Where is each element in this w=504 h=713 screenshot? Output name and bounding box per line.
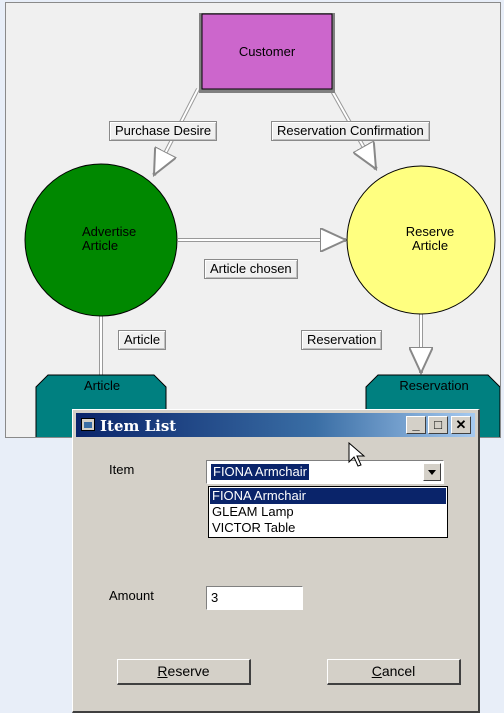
advertise-article-label: Advertise Article xyxy=(82,224,137,253)
item-options-list[interactable]: FIONA Armchair GLEAM Lamp VICTOR Table xyxy=(208,486,448,538)
cancel-button-label: Cancel xyxy=(371,663,416,679)
window-icon[interactable] xyxy=(81,418,95,431)
flow-label-reservation: Reservation xyxy=(301,330,383,350)
article-store-label: Article xyxy=(83,378,121,393)
reservation-store-label: Reservation xyxy=(399,378,469,393)
amount-label: Amount xyxy=(109,588,154,603)
mouse-pointer-icon xyxy=(348,442,366,467)
reserve-button-label: Reserve xyxy=(157,663,210,679)
list-item[interactable]: FIONA Armchair xyxy=(210,488,446,504)
flow-label-purchase-desire: Purchase Desire xyxy=(109,121,218,141)
flow-label-article: Article xyxy=(118,330,167,350)
dialog-title: Item List xyxy=(100,417,177,435)
diagram-canvas xyxy=(24,13,500,437)
flow-label-article-chosen: Article chosen xyxy=(204,259,298,279)
dialog-titlebar[interactable]: Item List _ □ ✕ xyxy=(76,413,475,437)
cancel-button[interactable]: Cancel xyxy=(327,659,461,685)
item-select-value: FIONA Armchair xyxy=(211,464,309,480)
list-item[interactable]: GLEAM Lamp xyxy=(210,504,446,520)
list-item[interactable]: VICTOR Table xyxy=(210,520,446,536)
reserve-button[interactable]: Reserve xyxy=(117,659,251,685)
item-select[interactable]: FIONA Armchair xyxy=(206,460,444,484)
process-diagram: Customer Advertise Article Reserve Artic… xyxy=(5,2,501,438)
chevron-down-icon[interactable] xyxy=(423,463,441,481)
close-button[interactable]: ✕ xyxy=(451,416,471,434)
minimize-button[interactable]: _ xyxy=(406,416,426,434)
item-label: Item xyxy=(109,462,135,477)
flow-label-reservation-confirmation: Reservation Confirmation xyxy=(271,121,430,141)
amount-value: 3 xyxy=(211,590,219,605)
reserve-article-label: Reserve Article xyxy=(405,224,455,253)
maximize-button[interactable]: □ xyxy=(428,416,448,434)
customer-label: Customer xyxy=(238,44,296,59)
item-list-dialog: Item List _ □ ✕ Item FIONA Armchair FION… xyxy=(72,409,480,713)
amount-input[interactable]: 3 xyxy=(206,586,303,610)
